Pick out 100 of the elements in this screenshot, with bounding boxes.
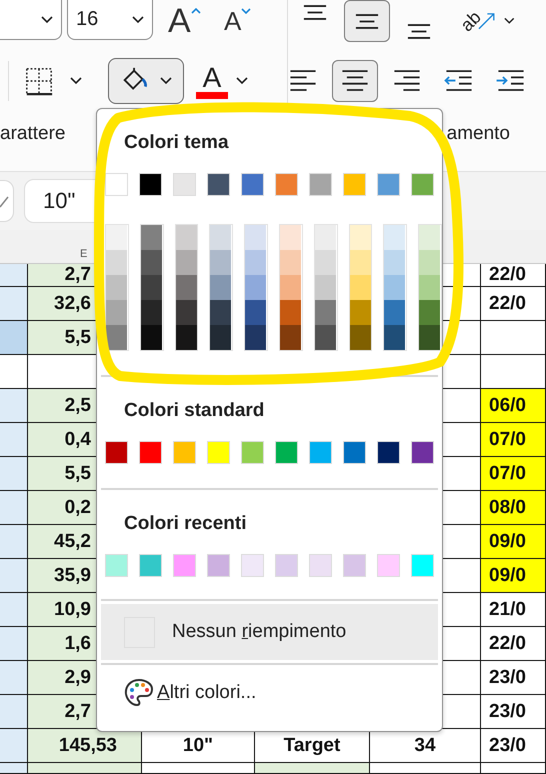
section-title: Colori tema <box>124 131 230 155</box>
no-fill-item[interactable]: Nessun riempimento <box>101 604 438 660</box>
color-swatch[interactable] <box>210 225 232 250</box>
color-swatch[interactable] <box>350 225 371 250</box>
color-swatch[interactable] <box>241 441 264 464</box>
color-swatch[interactable] <box>280 300 301 325</box>
color-swatch[interactable] <box>210 300 232 325</box>
table-cell: 09/0 <box>481 525 546 559</box>
table-cell: 08/0 <box>481 491 546 525</box>
color-swatch[interactable] <box>343 173 366 196</box>
color-swatch[interactable] <box>140 325 162 350</box>
color-swatch[interactable] <box>140 225 162 250</box>
shrink-font-button[interactable]: A <box>223 1 259 41</box>
color-swatch[interactable] <box>350 250 371 275</box>
chevron-icon[interactable] <box>236 77 248 85</box>
color-swatch[interactable] <box>419 250 440 275</box>
fill-color-button[interactable] <box>108 58 184 104</box>
color-swatch[interactable] <box>280 250 301 275</box>
color-swatch[interactable] <box>105 441 128 464</box>
color-swatch[interactable] <box>280 275 301 300</box>
color-swatch[interactable] <box>106 225 127 250</box>
font-color-button[interactable]: A <box>196 60 228 102</box>
color-swatch[interactable] <box>280 325 301 350</box>
color-swatch[interactable] <box>377 441 400 464</box>
orientation-button[interactable]: ab <box>456 1 516 41</box>
color-swatch[interactable] <box>140 300 162 325</box>
color-swatch[interactable] <box>245 250 266 275</box>
color-swatch[interactable] <box>241 554 264 577</box>
color-swatch[interactable] <box>140 250 162 275</box>
color-swatch[interactable] <box>377 554 400 577</box>
font-name-dropdown[interactable] <box>0 0 62 40</box>
color-swatch[interactable] <box>245 225 266 250</box>
color-swatch[interactable] <box>207 441 230 464</box>
color-swatch[interactable] <box>419 300 440 325</box>
color-swatch[interactable] <box>411 173 434 196</box>
color-swatch[interactable] <box>176 275 197 300</box>
color-swatch[interactable] <box>106 300 127 325</box>
color-swatch[interactable] <box>173 554 196 577</box>
color-swatch[interactable] <box>309 554 332 577</box>
color-swatch[interactable] <box>314 300 336 325</box>
color-swatch[interactable] <box>210 250 232 275</box>
color-swatch[interactable] <box>350 275 371 300</box>
color-swatch[interactable] <box>419 325 440 350</box>
color-swatch[interactable] <box>350 325 371 350</box>
color-swatch[interactable] <box>384 325 406 350</box>
color-swatch[interactable] <box>106 275 127 300</box>
color-swatch[interactable] <box>314 275 336 300</box>
color-swatch[interactable] <box>139 173 162 196</box>
color-swatch[interactable] <box>176 225 197 250</box>
column-header[interactable]: E <box>80 247 88 261</box>
color-swatch[interactable] <box>343 441 366 464</box>
color-swatch[interactable] <box>309 441 332 464</box>
dropdown-box[interactable] <box>0 180 14 222</box>
table-cell: 10" <box>142 729 255 763</box>
color-swatch[interactable] <box>241 173 264 196</box>
color-swatch[interactable] <box>314 250 336 275</box>
color-swatch[interactable] <box>314 225 336 250</box>
color-swatch[interactable] <box>176 250 197 275</box>
color-swatch[interactable] <box>176 325 197 350</box>
color-swatch[interactable] <box>176 300 197 325</box>
color-swatch[interactable] <box>384 300 406 325</box>
color-swatch[interactable] <box>245 325 266 350</box>
color-swatch[interactable] <box>411 441 434 464</box>
color-swatch[interactable] <box>419 275 440 300</box>
color-swatch[interactable] <box>314 325 336 350</box>
color-swatch[interactable] <box>139 554 162 577</box>
color-swatch[interactable] <box>210 275 232 300</box>
color-swatch[interactable] <box>275 441 298 464</box>
color-swatch[interactable] <box>280 225 301 250</box>
color-swatch[interactable] <box>245 300 266 325</box>
table-cell: 23/0 <box>481 695 546 729</box>
color-swatch[interactable] <box>343 554 366 577</box>
color-swatch[interactable] <box>173 441 196 464</box>
grow-font-button[interactable]: A <box>167 1 209 41</box>
color-swatch[interactable] <box>207 173 230 196</box>
font-size-dropdown[interactable]: 16 <box>67 0 153 40</box>
color-swatch[interactable] <box>207 554 230 577</box>
caret-icon <box>241 8 252 14</box>
color-swatch[interactable] <box>106 325 127 350</box>
align-middle-button[interactable] <box>344 0 390 42</box>
color-swatch[interactable] <box>350 300 371 325</box>
color-swatch[interactable] <box>210 325 232 350</box>
color-swatch[interactable] <box>106 250 127 275</box>
color-swatch[interactable] <box>275 554 298 577</box>
color-swatch[interactable] <box>377 173 400 196</box>
color-swatch[interactable] <box>275 173 298 196</box>
color-swatch[interactable] <box>309 173 332 196</box>
color-swatch[interactable] <box>384 275 406 300</box>
table-cell <box>0 355 28 389</box>
color-swatch[interactable] <box>173 173 196 196</box>
color-swatch[interactable] <box>411 554 434 577</box>
color-swatch[interactable] <box>105 173 128 196</box>
color-swatch[interactable] <box>139 441 162 464</box>
color-swatch[interactable] <box>245 275 266 300</box>
color-swatch[interactable] <box>384 250 406 275</box>
color-swatch[interactable] <box>105 554 128 577</box>
color-swatch[interactable] <box>419 225 440 250</box>
align-center-button[interactable] <box>332 60 378 102</box>
color-swatch[interactable] <box>384 225 406 250</box>
color-swatch[interactable] <box>140 275 162 300</box>
